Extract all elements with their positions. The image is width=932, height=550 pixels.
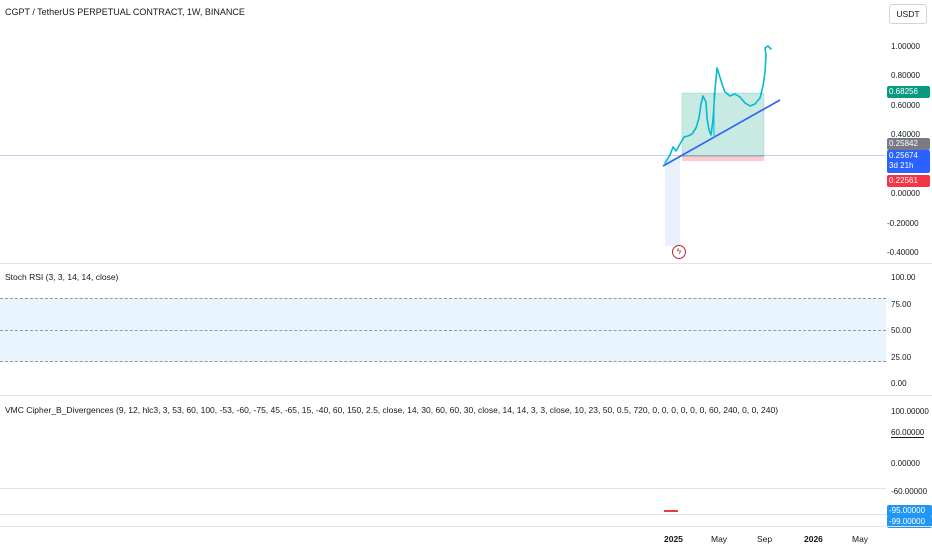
event-marker[interactable]: ϟ: [672, 245, 686, 259]
stoch-tick: 0.00: [891, 379, 907, 388]
stoch-middle-line: [0, 330, 886, 331]
cipher-tick: 0.00000: [891, 459, 920, 468]
target-price-tag: 0.68256: [887, 86, 930, 98]
long-position-loss-zone: [682, 156, 764, 161]
stoch-rsi-title[interactable]: Stoch RSI (3, 3, 14, 14, close): [5, 272, 118, 282]
time-axis[interactable]: [0, 527, 886, 550]
cipher-tick: 100.00000: [891, 407, 929, 416]
cipher-tick: 60.00000: [891, 428, 925, 438]
cipher-os-line: [0, 514, 886, 515]
long-position-profit-zone: [681, 92, 765, 157]
price-tick: 1.00000: [891, 42, 920, 51]
cipher-b-pane[interactable]: [0, 396, 886, 526]
time-label-may: May: [711, 534, 728, 544]
cipher-ob-line: [0, 488, 886, 489]
stoch-tick: 50.00: [891, 326, 912, 335]
price-tick: 0.00000: [891, 189, 920, 198]
price-tick: -0.40000: [887, 248, 919, 257]
bar-countdown: 3d 21h: [889, 161, 914, 170]
time-label-2026: 2026: [804, 534, 823, 544]
price-tick: 0.60000: [891, 101, 920, 110]
last-price-value: 0.25674: [889, 151, 918, 160]
cipher-b-title[interactable]: VMC Cipher_B_Divergences (9, 12, hlc3, 3…: [5, 405, 778, 415]
time-label-2025: 2025: [664, 534, 683, 544]
price-shadow: [665, 158, 680, 246]
price-tick: -0.20000: [887, 219, 919, 228]
lightning-icon: ϟ: [676, 247, 682, 256]
time-label-may-2026: May: [852, 534, 869, 544]
stop-price-tag: 0.22561: [887, 175, 930, 187]
cipher-signal-mark: [664, 510, 678, 512]
stoch-upper-band-line: [0, 298, 886, 299]
last-price-tag: 0.25674 3d 21h: [887, 150, 930, 173]
cipher-tick: -60.00000: [891, 487, 928, 496]
stoch-tick: 100.00: [891, 273, 916, 282]
price-tick: 0.80000: [891, 71, 920, 80]
stoch-tick: 25.00: [891, 353, 912, 362]
stoch-tick: 75.00: [891, 300, 912, 309]
entry-price-tag: 0.25842: [887, 138, 930, 150]
time-label-sep: Sep: [757, 534, 773, 544]
stoch-lower-band-line: [0, 361, 886, 362]
